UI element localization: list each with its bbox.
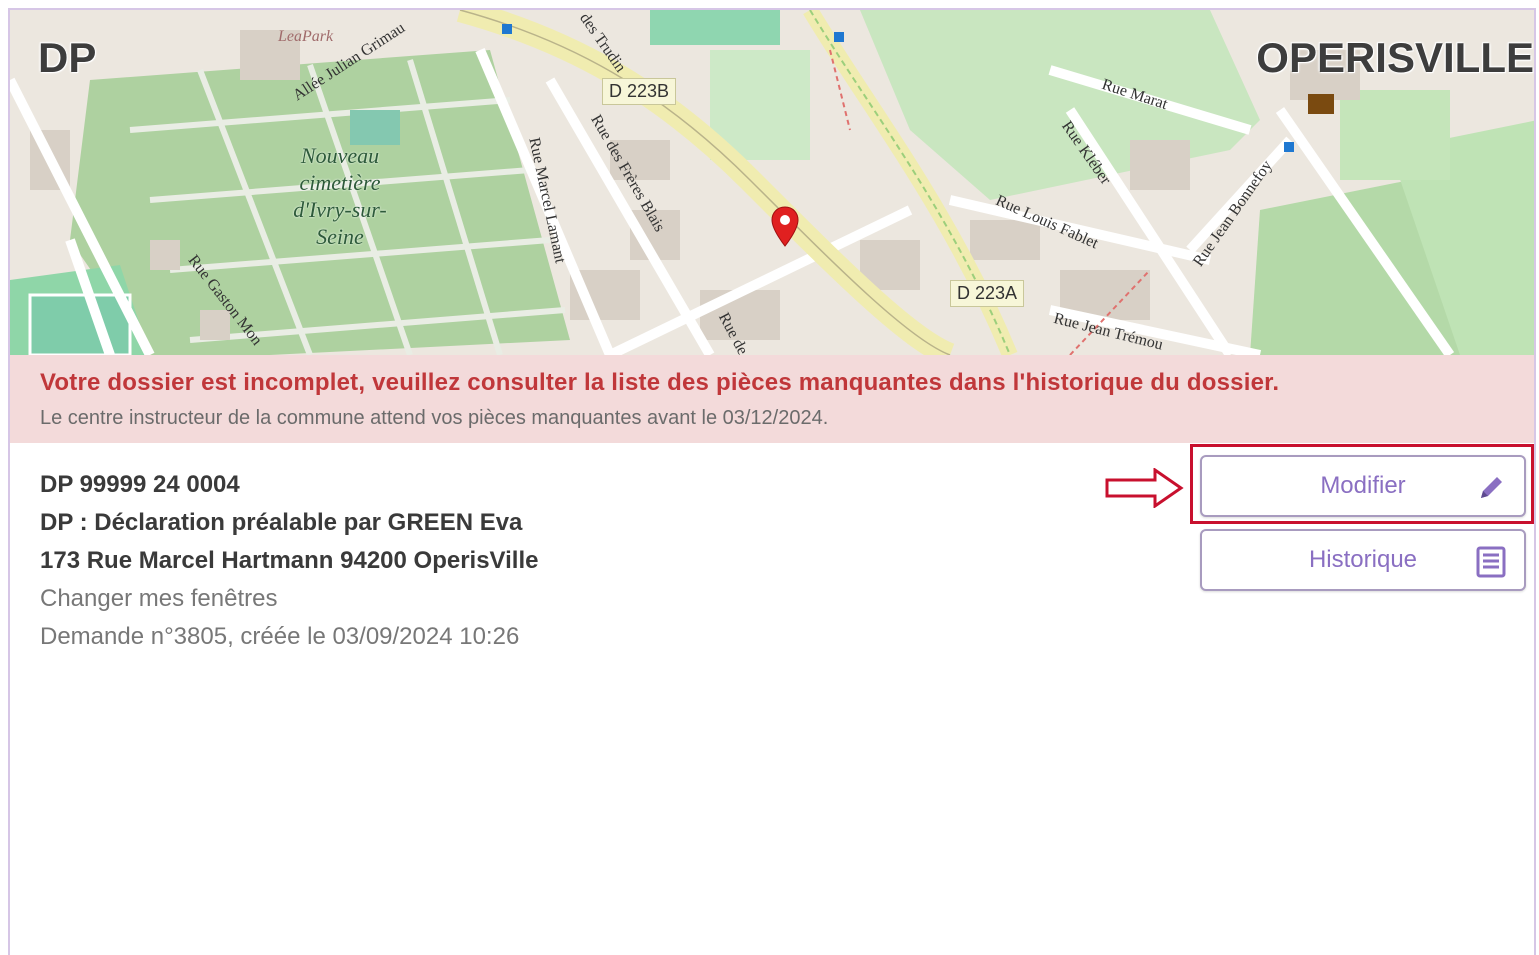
dossier-type-line: DP : Déclaration préalable par GREEN Eva	[40, 509, 523, 536]
historique-button-label: Historique	[1308, 546, 1418, 573]
dossier-request-line: Demande n°3805, créée le 03/09/2024 10:2…	[40, 623, 520, 650]
commune-name: OPERISVILLE	[1256, 34, 1534, 81]
dossier-info: DP 99999 24 0004 DP : Déclaration préala…	[40, 466, 538, 656]
historique-button[interactable]: Historique	[1200, 529, 1526, 591]
dossier-number: DP 99999 24 0004	[40, 471, 240, 498]
road-label-d223b: D 223B	[602, 78, 677, 105]
dossier-type-code: DP	[38, 34, 97, 81]
map-label: Nouveau cimetière d'Ivry-sur- Seine	[293, 143, 387, 249]
alert-title: Votre dossier est incomplet, veuillez co…	[40, 369, 1280, 396]
dossier-description: Changer mes fenêtres	[40, 585, 278, 612]
map-label: LeaPark	[278, 28, 334, 45]
dossier-address: 173 Rue Marcel Hartmann 94200 OperisVill…	[40, 547, 539, 574]
right-arrow-icon	[1105, 468, 1184, 508]
modifier-button[interactable]: Modifier	[1200, 455, 1526, 517]
location-pin-icon	[771, 206, 799, 247]
location-map[interactable]: LeaPark Allée Julian Grimau Nouveau cime…	[10, 10, 1534, 355]
pencil-icon	[1481, 477, 1502, 498]
list-document-icon	[1476, 546, 1506, 578]
alert-subtitle: Le centre instructeur de la commune atte…	[40, 407, 829, 429]
dossier-card: LeaPark Allée Julian Grimau Nouveau cime…	[8, 8, 1536, 955]
incomplete-alert: Votre dossier est incomplet, veuillez co…	[10, 355, 1534, 443]
modifier-button-label: Modifier	[1320, 472, 1406, 499]
road-label-d223a: D 223A	[950, 280, 1025, 307]
